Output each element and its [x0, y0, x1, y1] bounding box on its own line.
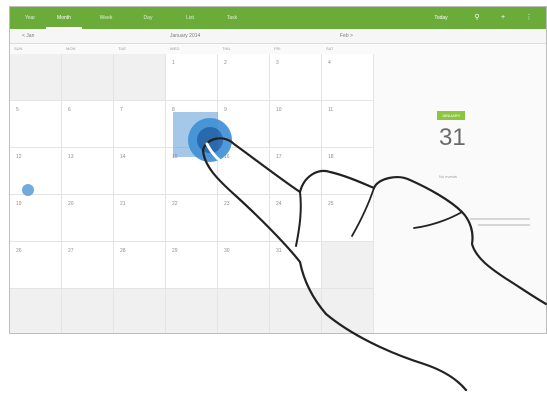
- pointing-hand-illustration: [201, 137, 547, 392]
